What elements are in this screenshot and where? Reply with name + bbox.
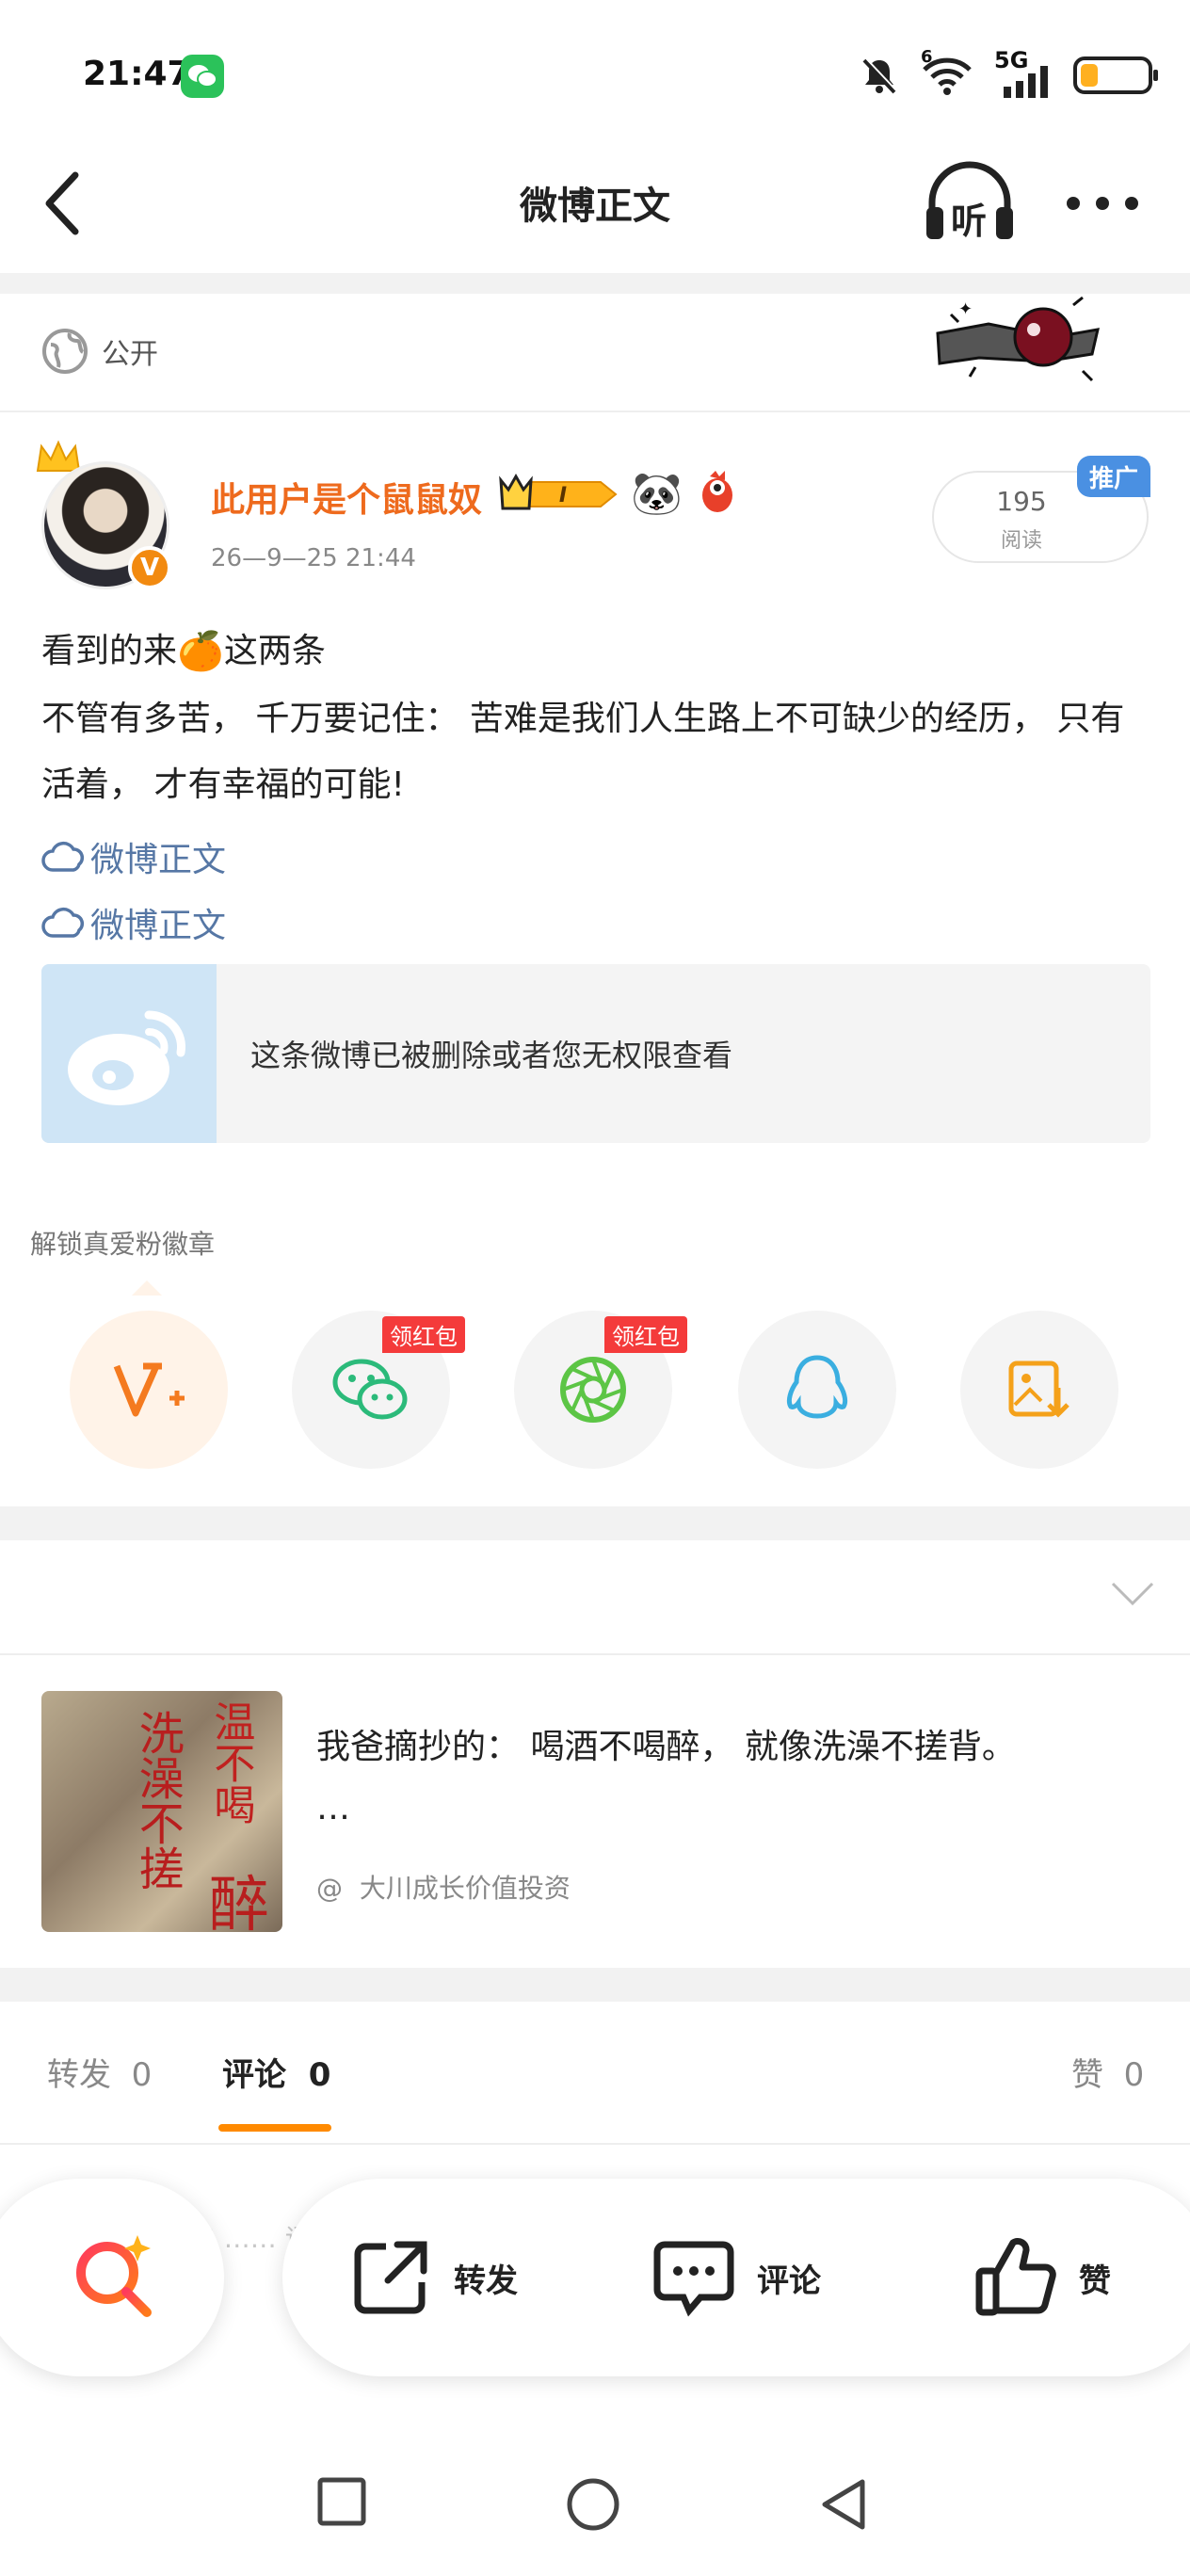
read-label: 阅读 — [1000, 529, 1042, 553]
search-button[interactable] — [0, 2179, 224, 2376]
promote-tag[interactable]: 推广 — [1077, 456, 1150, 497]
post-time: 26—9—25 21:44 — [211, 544, 416, 572]
system-back-button[interactable] — [817, 2476, 870, 2536]
share-qq-button[interactable] — [738, 1311, 896, 1469]
recommend-ellipsis: … — [316, 1789, 350, 1827]
v-plus-icon — [113, 1362, 185, 1417]
orange-emoji-icon: 🍊 — [177, 630, 224, 673]
tab-repost[interactable]: 转发 0 — [47, 2049, 152, 2095]
like-button[interactable]: 赞 — [973, 2235, 1111, 2320]
bottom-action-bar: 转发 评论 赞 — [282, 2179, 1190, 2376]
divider — [0, 411, 1190, 412]
unlock-badge-title[interactable]: 解锁真爱粉徽章 — [30, 1224, 215, 1262]
wifi-icon: 6 — [921, 47, 973, 96]
divider — [0, 2143, 1190, 2145]
deleted-message: 这条微博已被删除或者您无权限查看 — [250, 1038, 733, 1073]
post-text-line: 活着， 才有幸福的可能! — [41, 765, 405, 804]
recent-apps-button[interactable] — [316, 2476, 367, 2531]
tab-like[interactable]: 赞 0 — [1071, 2049, 1144, 2095]
post-link[interactable]: 微博正文 — [41, 898, 226, 947]
more-button[interactable] — [1060, 185, 1145, 222]
section-gap — [0, 1506, 1190, 1540]
expand-button[interactable] — [1109, 1580, 1156, 1608]
visibility-label: 公开 — [102, 338, 158, 371]
post-link[interactable]: 微博正文 — [41, 832, 226, 881]
recommend-author[interactable]: @ 大川成长价值投资 — [316, 1868, 571, 1906]
wechat-notification-icon — [181, 55, 224, 98]
home-button[interactable] — [565, 2476, 621, 2536]
square-icon — [317, 2477, 366, 2526]
calligraphy-text: 温不喝 — [206, 1700, 255, 1825]
more-dots-icon — [1067, 197, 1138, 210]
section-gap — [0, 1968, 1190, 2002]
status-icons: 6 5G — [859, 47, 1158, 104]
repost-button[interactable]: 转发 — [348, 2235, 518, 2320]
share-arrow-icon — [354, 2241, 427, 2314]
comment-bubble-icon — [653, 2241, 734, 2317]
search-icon — [76, 2235, 152, 2317]
calligraphy-text: 洗澡不搓 — [130, 1710, 184, 1891]
svg-text:✦: ✦ — [958, 299, 973, 319]
post-text-line: 不管有多苦， 千万要记住： 苦难是我们人生路上不可缺少的经历， 只有 — [41, 700, 1125, 738]
thumbs-up-icon — [975, 2237, 1056, 2316]
save-image-button[interactable] — [960, 1311, 1118, 1469]
section-gap — [0, 273, 1190, 294]
cellular-signal-icon: 5G — [994, 49, 1053, 98]
level-badge-text: I — [559, 484, 567, 507]
post-text-line: 看到的来 🍊 这两条 — [41, 630, 326, 673]
tab-active-indicator — [218, 2124, 331, 2132]
chevron-down-icon — [1111, 1582, 1154, 1606]
decoration-sticker-icon: ✦ — [932, 296, 1102, 390]
pointer-arrow — [132, 1280, 162, 1296]
moments-icon — [560, 1357, 626, 1423]
panda-badge-icon: 🐼 — [631, 470, 683, 518]
weibo-logo-icon — [41, 964, 217, 1143]
circle-icon — [567, 2478, 619, 2531]
qq-penguin-icon — [786, 1355, 848, 1419]
image-download-icon — [1008, 1360, 1069, 1418]
link-cloud-icon — [41, 841, 85, 872]
wechat-icon — [332, 1359, 408, 1420]
mascot-badge-icon — [697, 469, 738, 524]
calligraphy-text: 醉 — [209, 1871, 269, 1932]
red-packet-tag: 领红包 — [604, 1316, 687, 1353]
status-time: 21:47 — [83, 55, 191, 93]
verified-badge: V — [128, 546, 171, 589]
author-name[interactable]: 此用户是个鼠鼠奴 — [211, 473, 482, 522]
deleted-weibo-card[interactable]: 这条微博已被删除或者您无权限查看 — [41, 964, 1150, 1143]
tab-comment[interactable]: 评论 0 — [222, 2049, 330, 2095]
listen-button[interactable]: 听 — [923, 160, 1017, 245]
battery-icon — [1073, 56, 1158, 94]
recommend-thumbnail[interactable]: 温不喝 洗澡不搓 醉 — [41, 1691, 282, 1932]
comment-button[interactable]: 评论 — [651, 2235, 821, 2320]
recommend-text[interactable]: 我爸摘抄的： 喝酒不喝醉， 就像洗澡不搓背。 — [316, 1719, 1016, 1768]
visibility-row: 公开 — [41, 328, 158, 375]
globe-icon — [42, 329, 88, 374]
red-packet-tag: 领红包 — [382, 1316, 465, 1353]
vip-share-button[interactable] — [70, 1311, 228, 1469]
mute-bell-icon — [862, 57, 897, 94]
link-cloud-icon — [41, 907, 85, 938]
member-level-badge[interactable]: I — [497, 471, 621, 518]
triangle-back-icon — [822, 2479, 865, 2530]
divider — [0, 1653, 1190, 1655]
